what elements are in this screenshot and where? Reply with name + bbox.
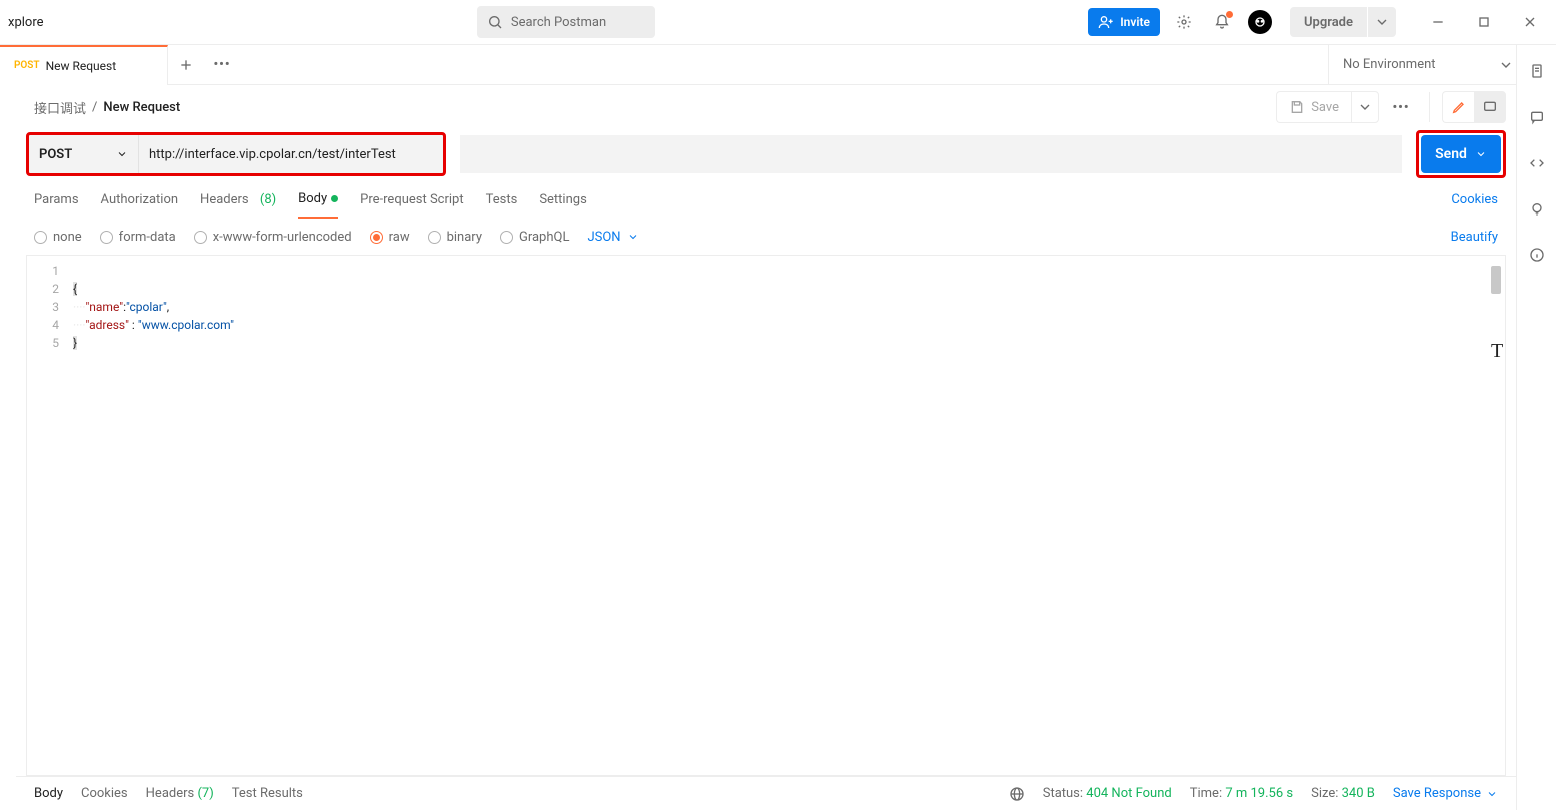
- edit-button[interactable]: [1442, 91, 1474, 123]
- body-binary[interactable]: binary: [428, 230, 482, 245]
- chevron-down-icon: [116, 148, 128, 160]
- more-actions-button[interactable]: •••: [1385, 91, 1417, 123]
- info-pane-button[interactable]: [1523, 241, 1551, 269]
- send-highlight: Send: [1416, 130, 1506, 178]
- notification-dot: [1226, 11, 1233, 18]
- workspace-link[interactable]: xplore: [8, 15, 44, 30]
- pencil-icon: [1451, 99, 1467, 115]
- new-tab-button[interactable]: [168, 57, 204, 73]
- url-input[interactable]: http://interface.vip.cpolar.cn/test/inte…: [139, 135, 443, 173]
- settings-button[interactable]: [1170, 8, 1198, 36]
- resp-tab-headers[interactable]: Headers (7): [146, 786, 214, 801]
- breadcrumb-parent[interactable]: 接口调试: [34, 98, 86, 117]
- method-select[interactable]: POST: [29, 135, 139, 173]
- document-icon: [1529, 63, 1545, 79]
- minimize-icon: [1430, 14, 1446, 30]
- globe-icon[interactable]: [1009, 786, 1025, 802]
- chevron-down-icon: [1357, 99, 1373, 115]
- gear-icon: [1176, 14, 1192, 30]
- body-lang-select[interactable]: JSON: [587, 230, 638, 245]
- maximize-icon: [1476, 14, 1492, 30]
- body-graphql[interactable]: GraphQL: [500, 230, 569, 245]
- cookies-link[interactable]: Cookies: [1451, 192, 1498, 207]
- hints-pane-button[interactable]: [1523, 195, 1551, 223]
- body-raw[interactable]: raw: [370, 230, 410, 245]
- divider: [1429, 92, 1430, 122]
- size-value: 340 B: [1342, 786, 1375, 801]
- chevron-down-icon: [1498, 57, 1514, 73]
- body-editor[interactable]: 12345 {····"name":"cpolar",····"adress" …: [26, 255, 1506, 776]
- code-icon: [1529, 155, 1545, 171]
- body-formdata[interactable]: form-data: [100, 230, 176, 245]
- tab-settings[interactable]: Settings: [539, 179, 586, 219]
- beautify-button[interactable]: Beautify: [1451, 230, 1498, 245]
- status-value: 404 Not Found: [1086, 786, 1171, 801]
- tab-body[interactable]: Body: [298, 179, 338, 219]
- time-label: Time:: [1190, 786, 1222, 801]
- code-pane-button[interactable]: [1523, 149, 1551, 177]
- invite-icon: [1098, 14, 1114, 30]
- editor-gutter: 12345: [27, 256, 67, 775]
- unsaved-dot: [331, 195, 338, 202]
- tab-overflow-button[interactable]: •••: [204, 57, 240, 72]
- environment-label: No Environment: [1343, 57, 1436, 72]
- tab-title: New Request: [46, 59, 117, 73]
- bot-icon: [1248, 10, 1272, 34]
- info-icon: [1529, 247, 1545, 263]
- save-dropdown[interactable]: [1351, 91, 1379, 123]
- save-icon: [1289, 99, 1305, 115]
- scroll-thumb[interactable]: [1491, 266, 1501, 294]
- resp-tab-tests[interactable]: Test Results: [232, 786, 303, 801]
- comment-icon: [1482, 99, 1498, 115]
- search-placeholder: Search Postman: [511, 15, 606, 30]
- tab-method: POST: [14, 60, 40, 71]
- url-fill[interactable]: [460, 135, 1402, 173]
- time-value: 7 m 19.56 s: [1225, 786, 1293, 801]
- upgrade-button[interactable]: Upgrade: [1290, 7, 1367, 37]
- tab-prerequest[interactable]: Pre-request Script: [360, 179, 463, 219]
- method-label: POST: [39, 147, 72, 162]
- tab-params[interactable]: Params: [34, 179, 79, 219]
- tab-headers[interactable]: Headers (8): [200, 179, 276, 219]
- bot-button[interactable]: [1246, 8, 1274, 36]
- status-label: Status:: [1043, 786, 1083, 801]
- editor-code[interactable]: {····"name":"cpolar",····"adress" : "www…: [67, 256, 1505, 775]
- chevron-down-icon: [1475, 148, 1487, 160]
- breadcrumb-current: New Request: [103, 100, 180, 115]
- resp-tab-cookies[interactable]: Cookies: [81, 786, 128, 801]
- size-label: Size:: [1311, 786, 1338, 801]
- comment-mode-button[interactable]: [1474, 91, 1506, 123]
- window-minimize[interactable]: [1420, 8, 1456, 36]
- comments-pane-button[interactable]: [1523, 103, 1551, 131]
- docs-pane-button[interactable]: [1523, 57, 1551, 85]
- environment-select[interactable]: No Environment: [1328, 45, 1528, 85]
- search-input[interactable]: Search Postman: [477, 6, 655, 38]
- method-url-highlight: POST http://interface.vip.cpolar.cn/test…: [26, 132, 446, 176]
- chevron-down-icon: [627, 231, 639, 243]
- tab-authorization[interactable]: Authorization: [101, 179, 179, 219]
- close-icon: [1522, 14, 1538, 30]
- bulb-icon: [1529, 201, 1545, 217]
- upgrade-chevron[interactable]: [1368, 7, 1396, 37]
- chevron-down-icon: [1486, 788, 1498, 800]
- invite-button[interactable]: Invite: [1088, 8, 1160, 36]
- chevron-down-icon: [1374, 14, 1390, 30]
- breadcrumb-sep: /: [92, 100, 97, 115]
- tab-tests[interactable]: Tests: [486, 179, 518, 219]
- search-icon: [487, 14, 503, 30]
- request-tab[interactable]: POST New Request: [0, 45, 168, 85]
- window-maximize[interactable]: [1466, 8, 1502, 36]
- resp-tab-body[interactable]: Body: [34, 786, 63, 801]
- window-close[interactable]: [1512, 8, 1548, 36]
- comment-icon: [1529, 109, 1545, 125]
- save-button[interactable]: Save: [1276, 91, 1351, 123]
- body-xform[interactable]: x-www-form-urlencoded: [194, 230, 352, 245]
- send-button[interactable]: Send: [1421, 135, 1501, 173]
- save-response-button[interactable]: Save Response: [1393, 786, 1498, 801]
- text-caret-handle: T: [1491, 342, 1505, 362]
- body-none[interactable]: none: [34, 230, 82, 245]
- plus-icon: [178, 57, 194, 73]
- notifications-button[interactable]: [1208, 8, 1236, 36]
